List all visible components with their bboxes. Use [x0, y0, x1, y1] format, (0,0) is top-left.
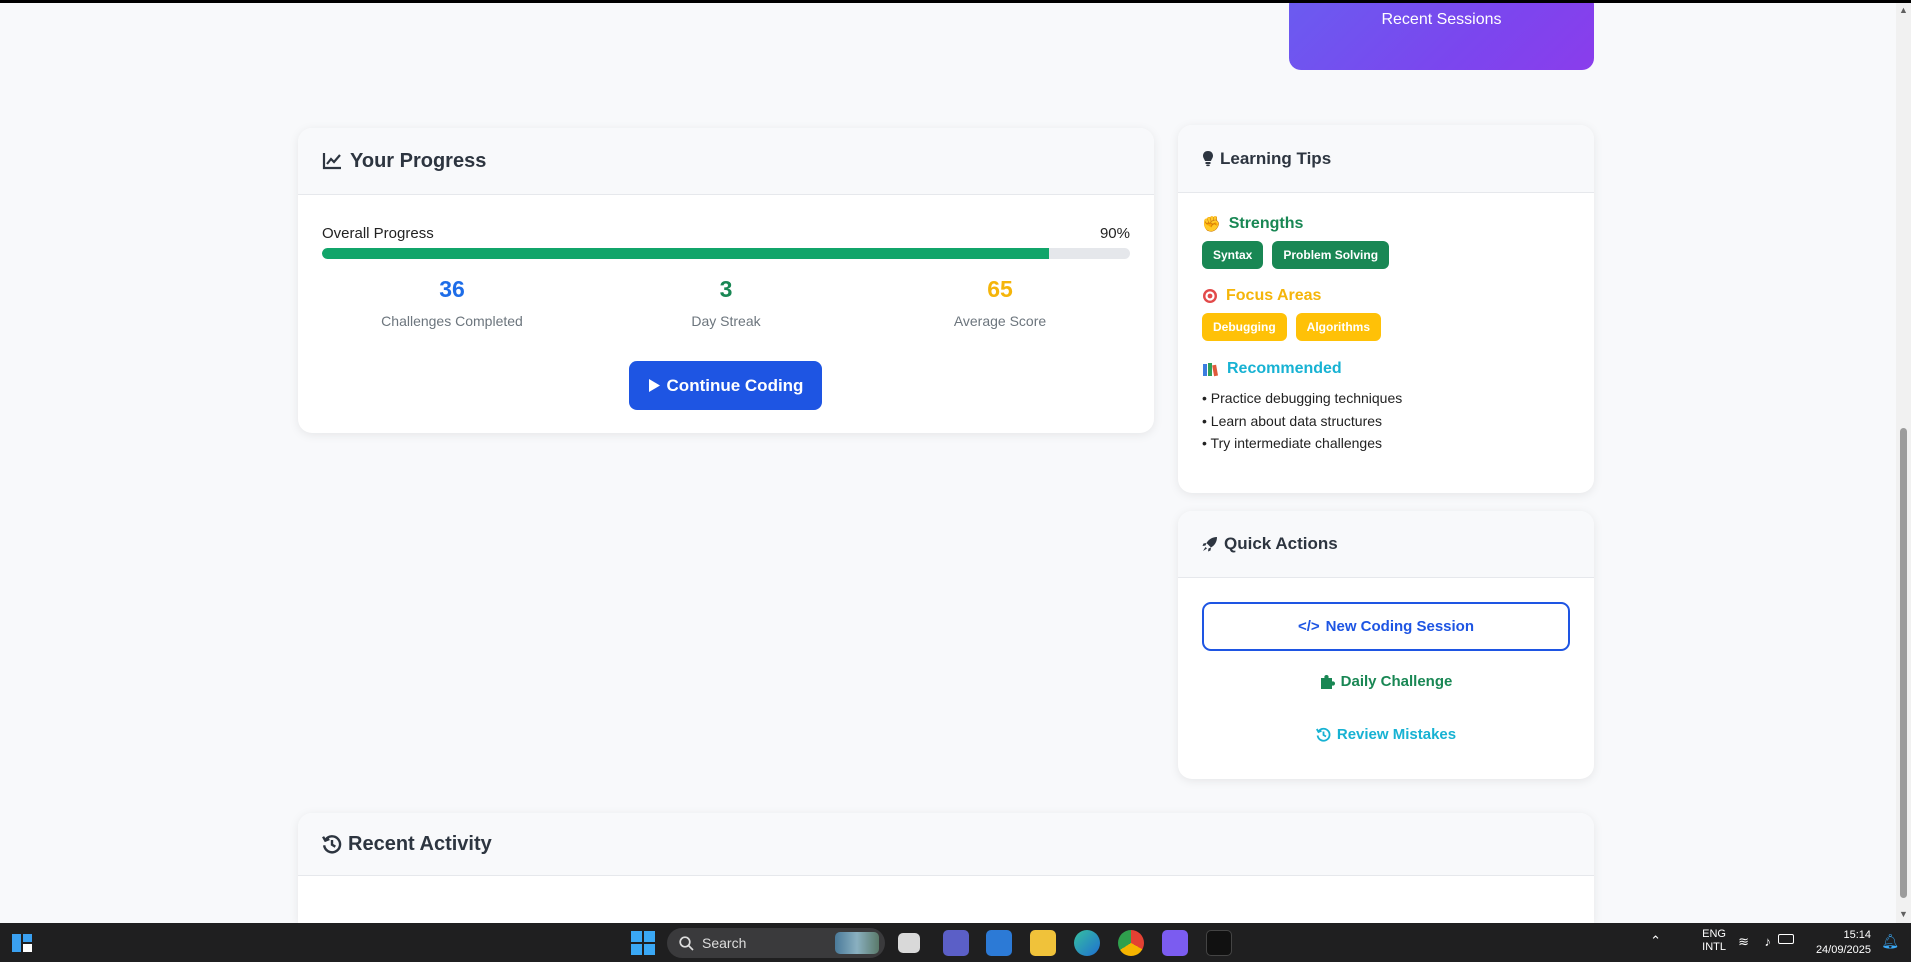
- focus-tag: Debugging: [1202, 313, 1287, 341]
- recent-activity-card: Recent Activity: [298, 813, 1594, 923]
- quick-actions-title: Quick Actions: [1224, 534, 1338, 553]
- continue-coding-label: Continue Coding: [666, 375, 804, 395]
- review-mistakes-label: Review Mistakes: [1336, 726, 1457, 743]
- history-icon: [322, 835, 342, 854]
- focus-title-text: Focus Areas: [1226, 287, 1322, 304]
- focus-tag: Algorithms: [1295, 313, 1381, 341]
- strengths-title: ✊ Strengths: [1202, 215, 1389, 233]
- stat-streak-label: Day Streak: [691, 313, 761, 329]
- overall-progress-percent: 90%: [1099, 225, 1130, 242]
- taskbar-search-label: Search: [702, 935, 747, 951]
- wifi-icon[interactable]: ≋: [1738, 934, 1749, 950]
- scroll-up-arrow-icon[interactable]: ▲: [1898, 5, 1909, 16]
- recent-activity-header: Recent Activity: [298, 813, 1594, 876]
- history-icon: [1315, 727, 1331, 742]
- page-scrollbar[interactable]: ▲ ▼: [1896, 3, 1911, 923]
- focus-tags: Debugging Algorithms: [1202, 313, 1381, 341]
- learning-tips-title: Learning Tips: [1220, 148, 1332, 168]
- terminal-app-icon[interactable]: [1206, 930, 1232, 956]
- lightbulb-icon: [1203, 151, 1213, 167]
- recommended-item: • Practice debugging techniques: [1202, 390, 1403, 406]
- overall-progress-fill: [322, 248, 1050, 259]
- recommended-item: • Try intermediate challenges: [1202, 435, 1382, 451]
- stat-score-label: Average Score: [953, 313, 1047, 329]
- windows-start-icon[interactable]: [630, 930, 656, 956]
- language-bottom: INTL: [1702, 941, 1726, 953]
- continue-coding-button[interactable]: Continue Coding: [629, 361, 822, 410]
- widgets-icon[interactable]: [10, 932, 34, 954]
- books-icon: [1203, 362, 1219, 376]
- volume-icon[interactable]: ♪: [1765, 934, 1772, 949]
- strengths-tags: Syntax Problem Solving: [1202, 241, 1390, 269]
- daily-challenge-button[interactable]: Daily Challenge: [1202, 657, 1570, 706]
- new-coding-session-button[interactable]: </> New Coding Session: [1202, 602, 1570, 651]
- page-viewport: Recent Sessions Your Progress Overall Pr…: [0, 3, 1896, 923]
- recommended-title: Recommended: [1202, 360, 1402, 378]
- rocket-icon: [1202, 537, 1217, 552]
- scrollbar-thumb[interactable]: [1900, 428, 1907, 898]
- scroll-down-arrow-icon[interactable]: ▼: [1898, 909, 1909, 920]
- puzzle-icon: [1320, 675, 1335, 689]
- learning-tips-card: Learning Tips ✊ Strengths Syntax Problem…: [1178, 125, 1594, 493]
- quick-actions-header: Quick Actions: [1178, 511, 1594, 578]
- overall-progress-row: Overall Progress 90%: [322, 225, 1130, 242]
- strength-tag: Syntax: [1202, 241, 1264, 269]
- stat-score: 65 Average Score: [870, 276, 1130, 329]
- teams-icon[interactable]: [943, 930, 969, 956]
- strength-tag: Problem Solving: [1272, 241, 1390, 269]
- chart-line-icon: [322, 153, 341, 170]
- focus-section: Focus Areas Debugging Algorithms: [1202, 287, 1381, 341]
- daily-challenge-label: Daily Challenge: [1340, 673, 1453, 690]
- strengths-title-text: Strengths: [1228, 215, 1304, 232]
- search-highlight-icon: [835, 932, 879, 954]
- clock-time: 15:14: [1843, 929, 1871, 941]
- recommended-title-text: Recommended: [1227, 360, 1342, 377]
- recent-sessions-label: Recent Sessions: [1381, 11, 1502, 28]
- recent-sessions-banner[interactable]: Recent Sessions: [1289, 3, 1594, 70]
- stat-challenges: 36 Challenges Completed: [322, 276, 582, 329]
- stat-score-value: 65: [987, 276, 1013, 302]
- progress-title: Your Progress: [350, 149, 487, 172]
- stat-streak-value: 3: [719, 276, 733, 302]
- chevron-up-icon[interactable]: ⌃: [1650, 933, 1661, 949]
- play-icon: [648, 379, 660, 392]
- flexed-biceps-icon: ✊: [1202, 216, 1221, 233]
- learning-tips-header: Learning Tips: [1178, 125, 1594, 193]
- clock-date: 24/09/2025: [1815, 944, 1871, 956]
- file-explorer-icon[interactable]: [1030, 930, 1056, 956]
- battery-icon[interactable]: [1778, 934, 1794, 944]
- new-coding-session-label: New Coding Session: [1325, 618, 1475, 635]
- store-icon[interactable]: [986, 930, 1012, 956]
- strengths-section: ✊ Strengths Syntax Problem Solving: [1202, 215, 1390, 269]
- stat-challenges-value: 36: [439, 276, 465, 302]
- taskbar-search-box[interactable]: Search: [667, 928, 885, 958]
- stat-challenges-label: Challenges Completed: [381, 313, 523, 329]
- language-indicator[interactable]: ENG INTL: [1702, 928, 1726, 954]
- stat-streak: 3 Day Streak: [596, 276, 856, 329]
- notification-bell-icon[interactable]: 🔔︎: [1881, 933, 1899, 950]
- code-icon: </>: [1297, 618, 1320, 635]
- search-icon: [679, 935, 694, 951]
- recommended-item: • Learn about data structures: [1202, 412, 1383, 429]
- overall-progress-bar: [322, 248, 1130, 259]
- edge-icon[interactable]: [1074, 930, 1100, 956]
- focus-title: Focus Areas: [1202, 287, 1381, 305]
- clock[interactable]: 15:14 24/09/2025: [1816, 928, 1871, 958]
- windows-taskbar: Search ⌃ ENG INTL ≋ ♪ 15:14 24/09/2025 🔔…: [0, 923, 1911, 962]
- overall-progress-label: Overall Progress: [322, 225, 434, 242]
- review-mistakes-button[interactable]: Review Mistakes: [1202, 710, 1570, 759]
- target-icon: [1203, 289, 1217, 303]
- language-top: ENG: [1702, 928, 1726, 940]
- chrome-icon[interactable]: [1118, 930, 1144, 956]
- progress-card: Your Progress Overall Progress 90% 36 Ch…: [298, 128, 1154, 433]
- recommended-section: Recommended • Practice debugging techniq…: [1202, 360, 1402, 455]
- recommended-list: • Practice debugging techniques • Learn …: [1202, 387, 1402, 455]
- progress-card-header: Your Progress: [298, 128, 1154, 195]
- quick-actions-card: Quick Actions </> New Coding Session Dai…: [1178, 511, 1594, 779]
- recent-activity-title: Recent Activity: [348, 832, 492, 855]
- task-view-icon[interactable]: [898, 933, 920, 953]
- app-icon[interactable]: [1162, 930, 1188, 956]
